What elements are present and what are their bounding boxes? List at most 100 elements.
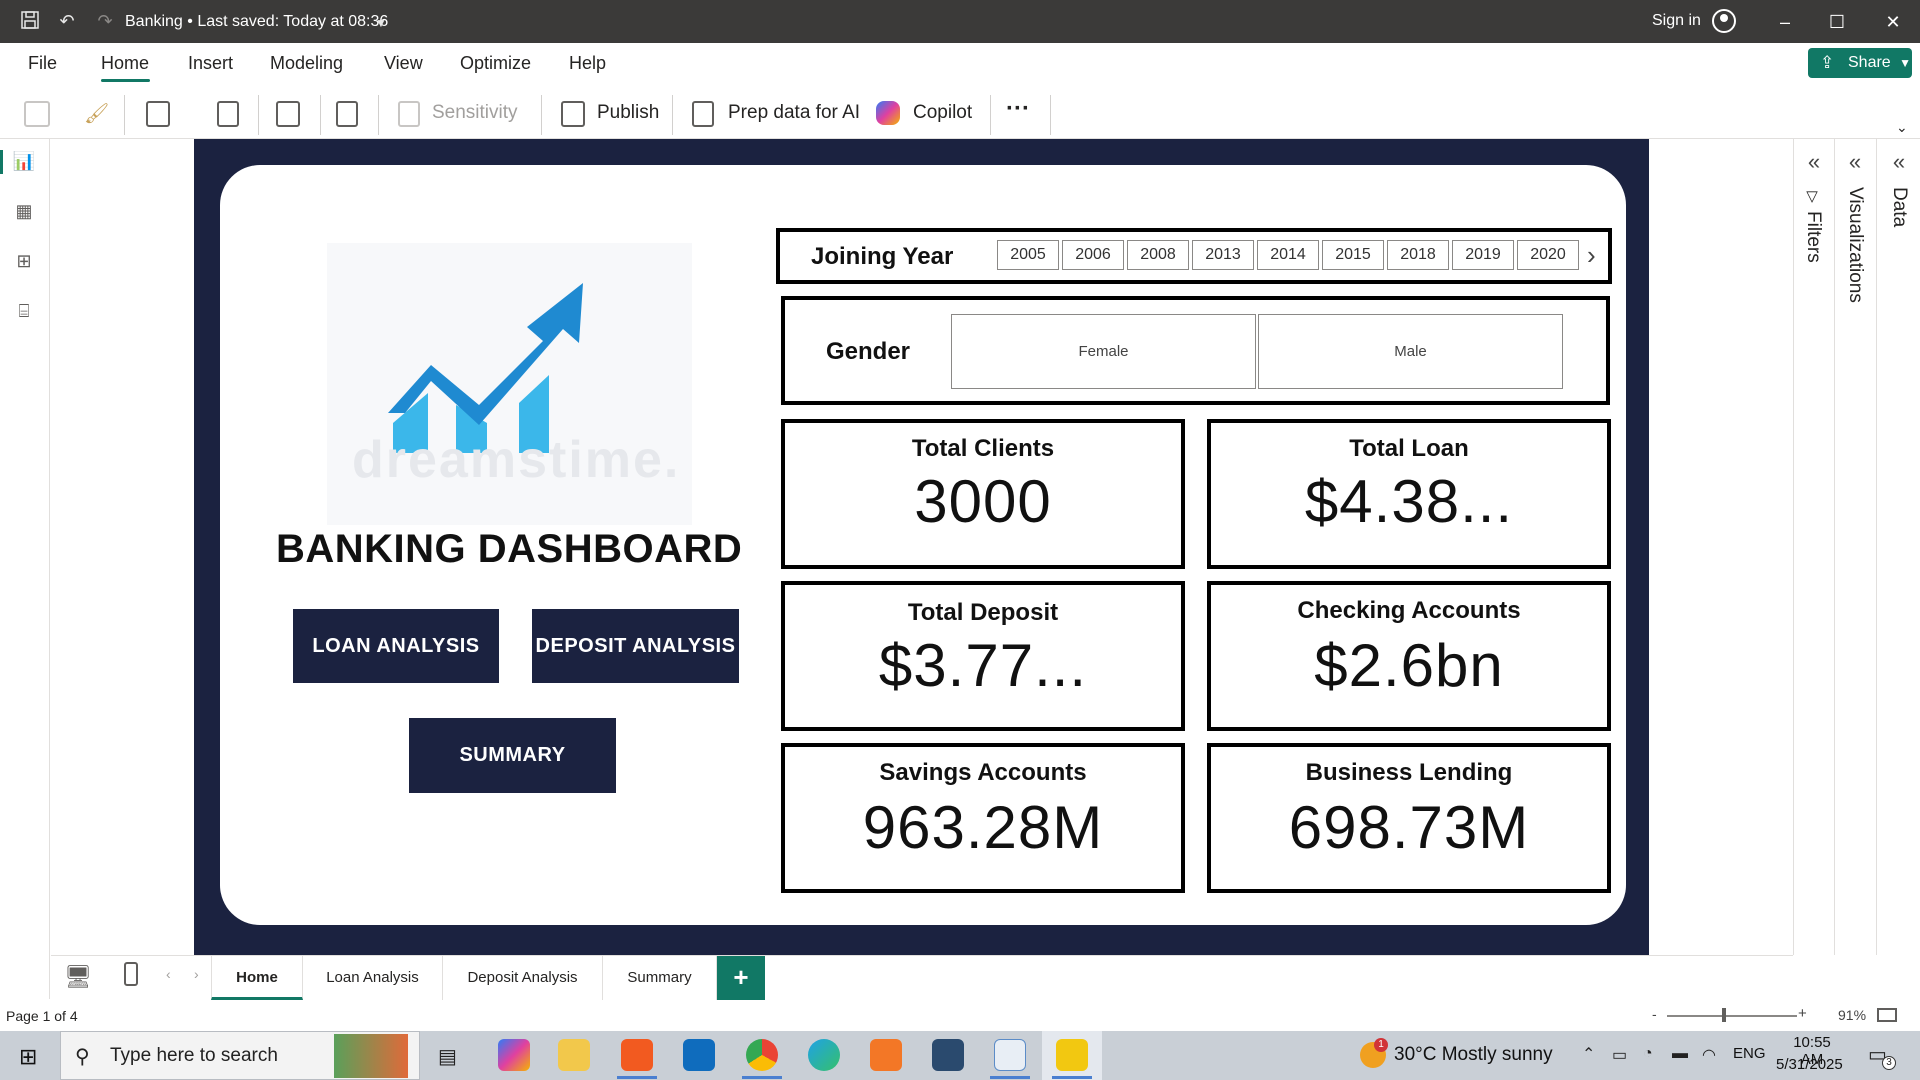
publish-button[interactable]: Publish [597, 102, 659, 124]
ribbon-separator [258, 95, 259, 135]
zoom-in-button[interactable]: + [1798, 1005, 1807, 1022]
network-icon[interactable]: ◔ [1643, 1045, 1653, 1063]
page-indicator: Page 1 of 4 [6, 1008, 78, 1024]
search-icon: ⚲ [75, 1046, 90, 1068]
file-explorer-icon[interactable] [558, 1039, 590, 1071]
previous-page-icon[interactable]: ‹ [166, 966, 171, 982]
menu-optimize[interactable]: Optimize [460, 53, 531, 74]
year-option[interactable]: 2005 [997, 240, 1059, 270]
kpi-title: Business Lending [1305, 759, 1513, 786]
expand-data-icon[interactable]: « [1887, 149, 1911, 175]
mysql-workbench-icon[interactable] [932, 1039, 964, 1071]
meet-now-icon[interactable]: ▭ [1612, 1045, 1627, 1065]
search-placeholder[interactable]: Type here to search [110, 1045, 278, 1067]
year-option[interactable]: 2013 [1192, 240, 1254, 270]
tab-summary[interactable]: Summary [603, 956, 717, 1000]
prep-data-button[interactable]: Prep data for AI [728, 102, 860, 124]
menu-file[interactable]: File [28, 53, 57, 74]
deposit-analysis-button[interactable]: DEPOSIT ANALYSIS [532, 609, 739, 683]
year-option[interactable]: 2018 [1387, 240, 1449, 270]
chrome-icon[interactable] [746, 1039, 778, 1071]
next-page-icon[interactable]: › [194, 966, 199, 982]
calculation-icon[interactable] [336, 101, 358, 127]
publish-icon[interactable] [561, 101, 585, 127]
year-option[interactable]: 2020 [1517, 240, 1579, 270]
table-view-icon[interactable]: ▦ [12, 201, 36, 223]
get-data-icon[interactable] [146, 101, 170, 127]
jupyter-icon[interactable] [870, 1039, 902, 1071]
mobile-layout-icon[interactable] [124, 962, 138, 986]
save-icon[interactable] [19, 10, 41, 32]
refresh-icon[interactable] [217, 101, 239, 127]
title-dropdown-icon[interactable]: ▼ [370, 12, 392, 34]
data-label: Data [1889, 187, 1910, 228]
zoom-level[interactable]: 91% [1838, 1007, 1866, 1023]
visualizations-pane[interactable]: « Visualizations [1834, 139, 1876, 955]
menu-insert[interactable]: Insert [188, 53, 233, 74]
weather-text[interactable]: 30°C Mostly sunny [1394, 1044, 1553, 1066]
prep-data-icon[interactable] [692, 101, 714, 127]
model-view-icon[interactable]: ⊞ [12, 251, 36, 273]
windows-start-icon[interactable]: ⊞ [19, 1044, 37, 1070]
weather-badge: 1 [1374, 1038, 1388, 1052]
add-page-button[interactable]: + [717, 956, 765, 1000]
dax-query-view-icon[interactable]: ⌸ [12, 301, 36, 323]
chevron-up-icon[interactable]: ⌃ [1582, 1044, 1595, 1064]
expand-filters-icon[interactable]: « [1802, 149, 1826, 175]
tab-deposit-analysis[interactable]: Deposit Analysis [443, 956, 603, 1000]
report-view-icon[interactable]: 📊 [12, 151, 36, 173]
menu-help[interactable]: Help [569, 53, 606, 74]
more-options-button[interactable]: ··· [1006, 95, 1030, 123]
loan-analysis-button[interactable]: LOAN ANALYSIS [293, 609, 499, 683]
task-view-icon[interactable]: ▤ [438, 1044, 457, 1069]
tab-loan-analysis[interactable]: Loan Analysis [303, 956, 443, 1000]
copilot-button[interactable]: Copilot [913, 102, 972, 124]
language-indicator[interactable]: ENG [1733, 1045, 1766, 1062]
wifi-icon[interactable]: ◠ [1702, 1045, 1716, 1065]
copilot-icon[interactable] [876, 101, 900, 125]
year-option[interactable]: 2006 [1062, 240, 1124, 270]
close-icon[interactable]: ✕ [1878, 8, 1908, 36]
tableau-icon[interactable] [994, 1039, 1026, 1071]
outlook-icon[interactable] [683, 1039, 715, 1071]
year-option[interactable]: 2015 [1322, 240, 1384, 270]
chevron-right-icon[interactable]: › [1587, 240, 1596, 271]
logo-watermark: dreamstime. [352, 431, 681, 489]
fit-to-page-icon[interactable] [1877, 1008, 1897, 1022]
sign-in-link[interactable]: Sign in [1652, 12, 1701, 30]
new-visual-icon[interactable] [276, 101, 300, 127]
zoom-slider-thumb[interactable] [1722, 1008, 1726, 1022]
menu-bar: File Home Insert Modeling View Optimize … [0, 43, 1920, 83]
data-pane[interactable]: « Data [1876, 139, 1920, 955]
edge-icon[interactable] [808, 1039, 840, 1071]
zoom-slider[interactable] [1667, 1015, 1797, 1017]
ribbon-collapse-icon[interactable]: ⌄ [1896, 119, 1908, 136]
account-icon[interactable] [1712, 9, 1736, 33]
minimize-icon[interactable]: – [1770, 8, 1800, 36]
zoom-out-button[interactable]: - [1652, 1006, 1657, 1022]
clock-date[interactable]: 5/31/2025 [1776, 1056, 1843, 1073]
menu-modeling[interactable]: Modeling [270, 53, 343, 74]
maximize-icon[interactable]: ☐ [1822, 8, 1852, 36]
battery-icon[interactable]: ▬ [1672, 1045, 1688, 1063]
gender-option-female[interactable]: Female [951, 314, 1256, 389]
undo-icon[interactable]: ↶ [56, 10, 78, 32]
copilot-app-icon[interactable] [498, 1039, 530, 1071]
summary-button[interactable]: SUMMARY [409, 718, 616, 793]
year-option[interactable]: 2019 [1452, 240, 1514, 270]
year-option[interactable]: 2014 [1257, 240, 1319, 270]
expand-visualizations-icon[interactable]: « [1843, 149, 1867, 175]
brave-browser-icon[interactable] [621, 1039, 653, 1071]
ribbon-separator [672, 95, 673, 135]
tab-home[interactable]: Home [211, 956, 303, 1000]
gender-option-male[interactable]: Male [1258, 314, 1563, 389]
year-option[interactable]: 2008 [1127, 240, 1189, 270]
power-bi-icon[interactable] [1056, 1039, 1088, 1071]
menu-view[interactable]: View [384, 53, 423, 74]
format-painter-icon: 🖌 [84, 103, 110, 125]
document-title[interactable]: Banking • Last saved: Today at 08:36 [125, 13, 388, 31]
desktop-layout-icon[interactable]: 🖥 [64, 964, 92, 990]
share-button[interactable]: ⇪ Share ▼ [1808, 48, 1912, 78]
filters-pane[interactable]: « ▽ Filters [1793, 139, 1834, 955]
menu-home[interactable]: Home [101, 53, 149, 74]
